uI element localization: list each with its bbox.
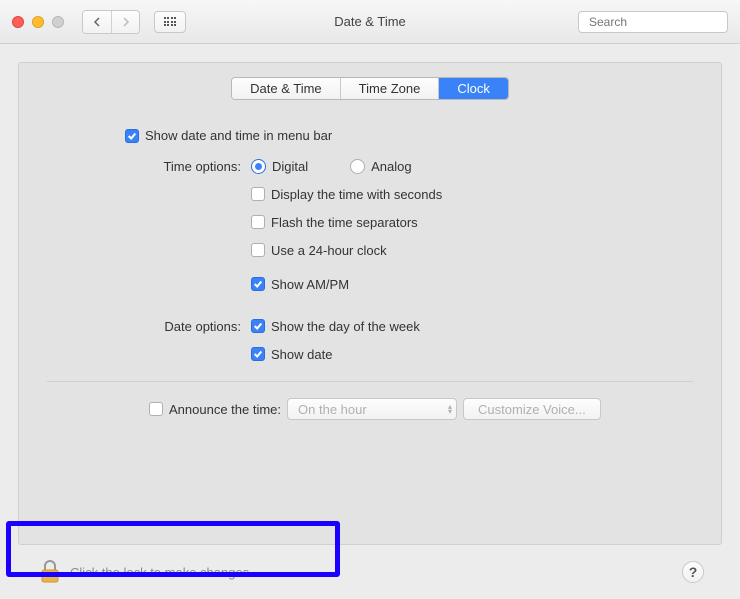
announce-interval-value: On the hour	[298, 402, 367, 417]
show-ampm-label: Show AM/PM	[271, 277, 349, 292]
help-icon: ?	[689, 564, 698, 580]
tab-clock[interactable]: Clock	[439, 78, 508, 99]
grid-icon	[164, 17, 177, 26]
window-controls	[12, 16, 64, 28]
show-ampm-checkbox[interactable]	[251, 277, 265, 291]
flash-separators-checkbox[interactable]	[251, 215, 265, 229]
show-day-of-week-label: Show the day of the week	[271, 319, 420, 334]
show-day-of-week-checkbox[interactable]	[251, 319, 265, 333]
display-seconds-checkbox[interactable]	[251, 187, 265, 201]
lock-button[interactable]: Click the lock to make changes.	[30, 554, 263, 590]
search-field[interactable]	[578, 11, 728, 33]
close-window-button[interactable]	[12, 16, 24, 28]
customize-voice-button[interactable]: Customize Voice...	[463, 398, 601, 420]
help-button[interactable]: ?	[682, 561, 704, 583]
tab-time-zone[interactable]: Time Zone	[341, 78, 440, 99]
date-options-label: Date options:	[125, 319, 251, 334]
use-24h-checkbox[interactable]	[251, 243, 265, 257]
show-date-checkbox[interactable]	[251, 347, 265, 361]
tab-date-time[interactable]: Date & Time	[232, 78, 341, 99]
announce-interval-popup[interactable]: On the hour ▴▾	[287, 398, 457, 420]
analog-radio[interactable]	[350, 159, 365, 174]
popup-arrows-icon: ▴▾	[448, 404, 452, 414]
analog-label: Analog	[371, 159, 411, 174]
nav-buttons	[82, 10, 140, 34]
back-button[interactable]	[83, 11, 111, 33]
chevron-left-icon	[93, 17, 101, 27]
zoom-window-button[interactable]	[52, 16, 64, 28]
search-input[interactable]	[589, 15, 740, 29]
show-in-menubar-checkbox[interactable]	[125, 129, 139, 143]
announce-time-label: Announce the time:	[169, 402, 281, 417]
preferences-window: Date & Time Date & Time Time Zone Clock …	[0, 0, 740, 599]
divider	[47, 381, 693, 382]
tab-bar: Date & Time Time Zone Clock	[19, 77, 721, 100]
use-24h-label: Use a 24-hour clock	[271, 243, 387, 258]
footer: Click the lock to make changes. ?	[18, 545, 722, 599]
titlebar: Date & Time	[0, 0, 740, 44]
customize-voice-label: Customize Voice...	[478, 402, 586, 417]
show-in-menubar-label: Show date and time in menu bar	[145, 128, 332, 143]
announce-time-checkbox[interactable]	[149, 402, 163, 416]
minimize-window-button[interactable]	[32, 16, 44, 28]
forward-button[interactable]	[111, 11, 139, 33]
show-all-button[interactable]	[154, 11, 186, 33]
lock-message: Click the lock to make changes.	[70, 565, 253, 580]
chevron-right-icon	[122, 17, 130, 27]
time-options-label: Time options:	[125, 159, 251, 174]
digital-label: Digital	[272, 159, 308, 174]
digital-radio[interactable]	[251, 159, 266, 174]
clock-settings: Show date and time in menu bar Time opti…	[19, 128, 721, 365]
preferences-panel: Date & Time Time Zone Clock Show date an…	[18, 62, 722, 545]
display-seconds-label: Display the time with seconds	[271, 187, 442, 202]
flash-separators-label: Flash the time separators	[271, 215, 418, 230]
announce-time-row: Announce the time: On the hour ▴▾ Custom…	[49, 398, 721, 420]
show-date-label: Show date	[271, 347, 332, 362]
lock-icon	[40, 560, 60, 584]
window-title: Date & Time	[334, 14, 406, 29]
content-area: Date & Time Time Zone Clock Show date an…	[0, 44, 740, 599]
